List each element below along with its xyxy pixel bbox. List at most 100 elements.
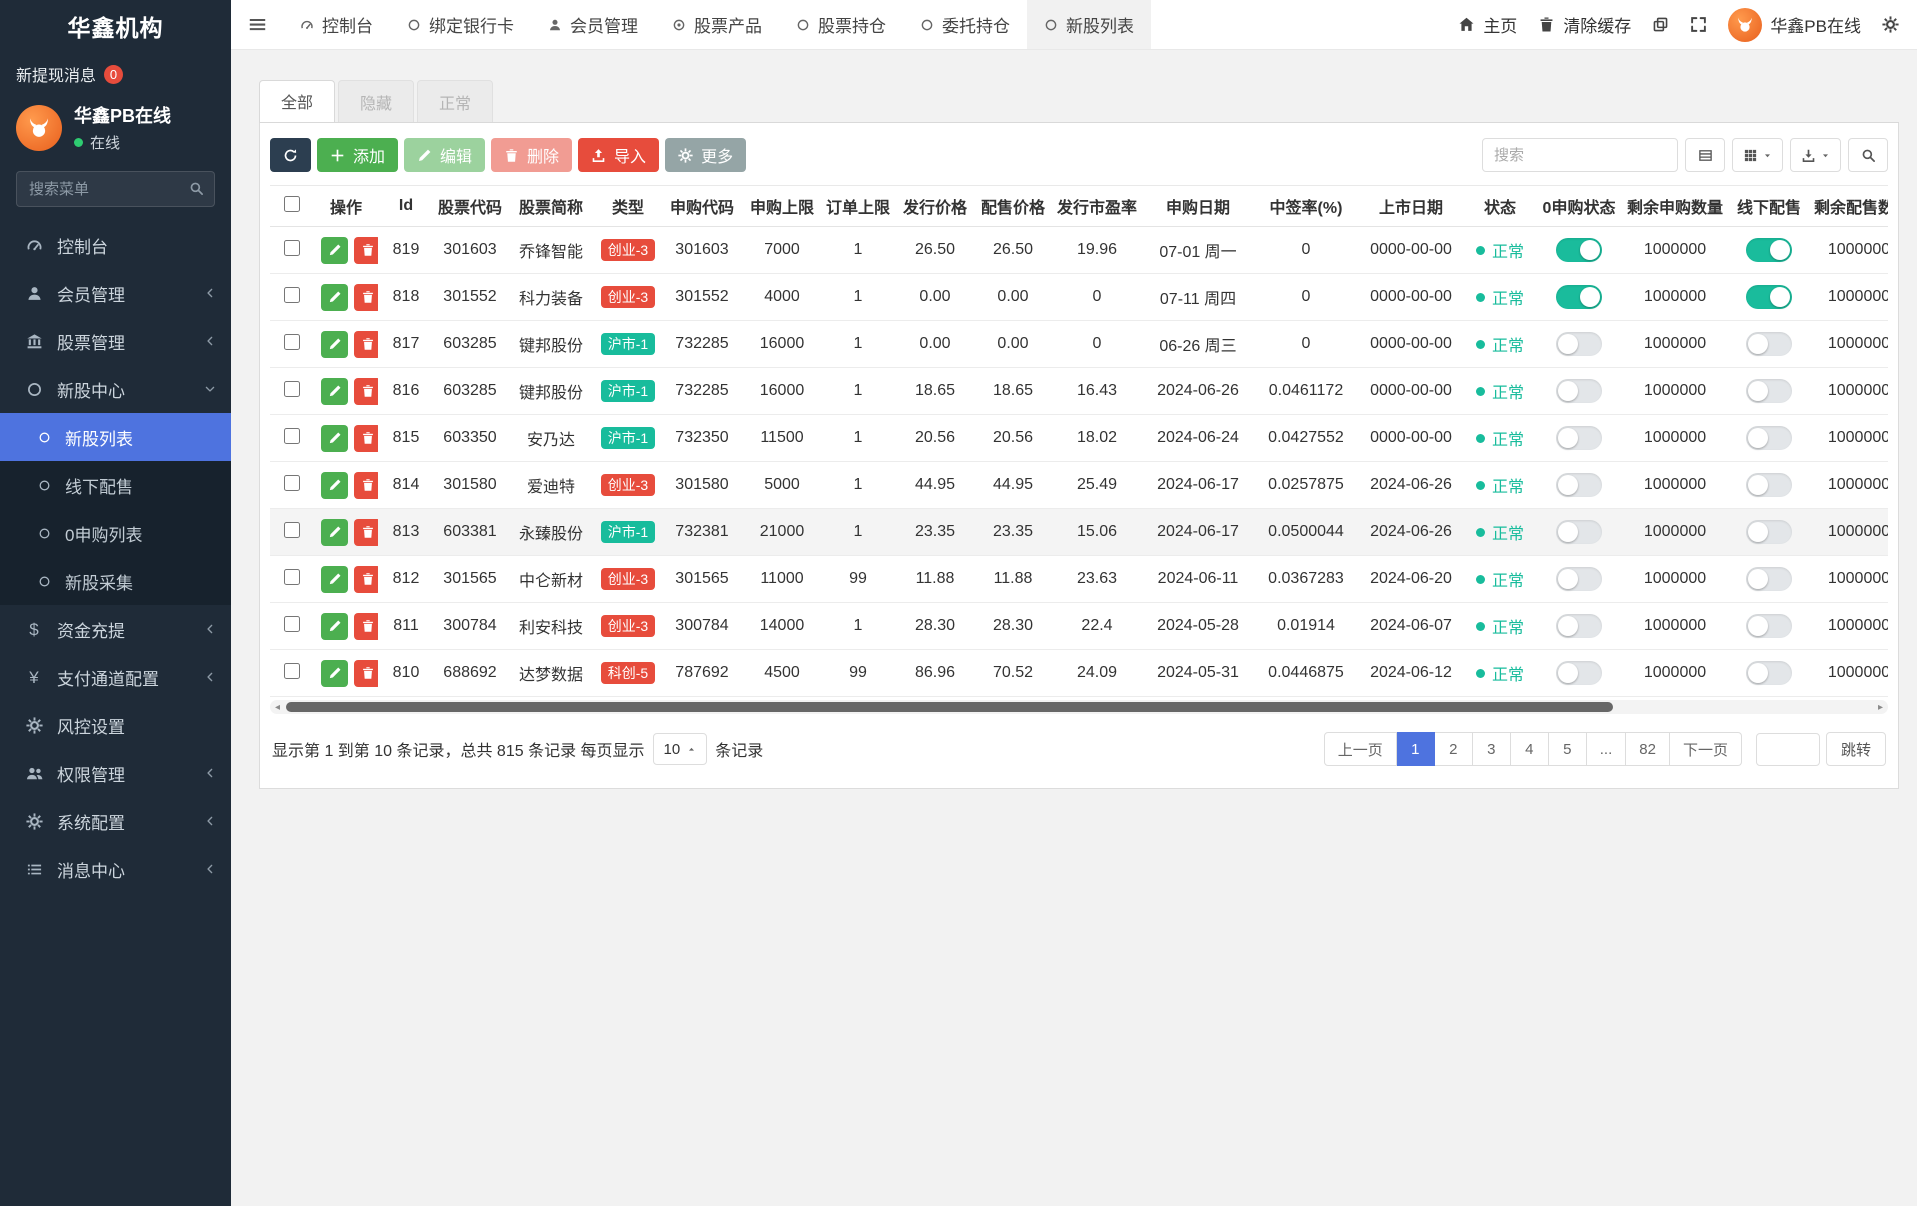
edit-row-button[interactable] — [321, 378, 348, 405]
column-header-18[interactable]: 剩余配售数量 — [1810, 186, 1888, 227]
import-button[interactable]: 导入 — [578, 138, 659, 172]
prev-page-button[interactable]: 上一页 — [1324, 732, 1397, 766]
row-checkbox[interactable] — [284, 475, 300, 491]
row-checkbox[interactable] — [284, 428, 300, 444]
zero-subscribe-toggle[interactable] — [1556, 614, 1602, 638]
column-header-9[interactable]: 配售价格 — [974, 186, 1052, 227]
jump-button[interactable]: 跳转 — [1826, 732, 1886, 766]
table-search-input[interactable] — [1482, 138, 1678, 172]
delete-row-button[interactable] — [354, 613, 378, 640]
sidebar-subitem-3-2[interactable]: 0申购列表 — [0, 509, 231, 557]
scroll-left-arrow[interactable]: ◂ — [270, 700, 285, 714]
column-header-4[interactable]: 类型 — [596, 186, 660, 227]
sidebar-item-1[interactable]: 会员管理 — [0, 269, 231, 317]
zero-subscribe-toggle[interactable] — [1556, 473, 1602, 497]
column-header-8[interactable]: 发行价格 — [896, 186, 974, 227]
delete-row-button[interactable] — [354, 472, 378, 499]
page-button-82[interactable]: 82 — [1626, 732, 1670, 766]
next-page-button[interactable]: 下一页 — [1670, 732, 1742, 766]
sidebar-item-5[interactable]: ¥支付通道配置 — [0, 653, 231, 701]
columns-button[interactable] — [1732, 138, 1783, 172]
more-button[interactable]: 更多 — [665, 138, 746, 172]
sidebar-item-8[interactable]: 系统配置 — [0, 797, 231, 845]
delete-row-button[interactable] — [354, 519, 378, 546]
refresh-button[interactable] — [270, 138, 311, 172]
nav-tab-4[interactable]: 股票持仓 — [779, 0, 903, 49]
delete-row-button[interactable] — [354, 378, 378, 405]
edit-row-button[interactable] — [321, 472, 348, 499]
withdraw-notice[interactable]: 新提现消息 0 — [0, 56, 231, 92]
edit-row-button[interactable] — [321, 660, 348, 687]
sidebar-subitem-3-1[interactable]: 线下配售 — [0, 461, 231, 509]
offline-placement-toggle[interactable] — [1746, 285, 1792, 309]
edit-button[interactable]: 编辑 — [404, 138, 485, 172]
column-header-11[interactable]: 申购日期 — [1142, 186, 1254, 227]
sidebar-item-4[interactable]: $资金充提 — [0, 605, 231, 653]
menu-search-input[interactable] — [16, 171, 215, 207]
delete-row-button[interactable] — [354, 237, 378, 264]
column-header-1[interactable]: Id — [378, 186, 434, 227]
delete-row-button[interactable] — [354, 331, 378, 358]
row-checkbox[interactable] — [284, 334, 300, 350]
edit-row-button[interactable] — [321, 331, 348, 358]
row-checkbox[interactable] — [284, 663, 300, 679]
column-header-16[interactable]: 剩余申购数量 — [1622, 186, 1728, 227]
sidebar-item-9[interactable]: 消息中心 — [0, 845, 231, 893]
row-checkbox[interactable] — [284, 616, 300, 632]
sidebar-item-0[interactable]: 控制台 — [0, 221, 231, 269]
topbar-clear-cache[interactable]: 清除缓存 — [1538, 12, 1631, 37]
column-header-10[interactable]: 发行市盈率 — [1052, 186, 1142, 227]
sidebar-item-3[interactable]: 新股中心 — [0, 365, 231, 413]
sidebar-item-7[interactable]: 权限管理 — [0, 749, 231, 797]
zero-subscribe-toggle[interactable] — [1556, 567, 1602, 591]
column-header-12[interactable]: 中签率(%) — [1254, 186, 1358, 227]
delete-row-button[interactable] — [354, 660, 378, 687]
edit-row-button[interactable] — [321, 425, 348, 452]
row-checkbox[interactable] — [284, 569, 300, 585]
page-button-3[interactable]: 3 — [1473, 732, 1511, 766]
topbar-user[interactable]: 华鑫PB在线 — [1728, 8, 1861, 42]
delete-row-button[interactable] — [354, 566, 378, 593]
zero-subscribe-toggle[interactable] — [1556, 285, 1602, 309]
edit-row-button[interactable] — [321, 237, 348, 264]
nav-tab-5[interactable]: 委托持仓 — [903, 0, 1027, 49]
column-header-2[interactable]: 股票代码 — [434, 186, 506, 227]
detail-view-button[interactable] — [1685, 138, 1725, 172]
filter-tab-1[interactable]: 隐藏 — [338, 80, 414, 122]
offline-placement-toggle[interactable] — [1746, 661, 1792, 685]
select-all-checkbox[interactable] — [284, 196, 300, 212]
nav-tab-3[interactable]: 股票产品 — [655, 0, 779, 49]
column-header-13[interactable]: 上市日期 — [1358, 186, 1464, 227]
sidebar-toggle-button[interactable] — [231, 0, 283, 50]
export-button[interactable] — [1790, 138, 1841, 172]
add-button[interactable]: 添加 — [317, 138, 398, 172]
offline-placement-toggle[interactable] — [1746, 614, 1792, 638]
offline-placement-toggle[interactable] — [1746, 473, 1792, 497]
page-button-4[interactable]: 4 — [1511, 732, 1549, 766]
row-checkbox[interactable] — [284, 240, 300, 256]
topbar-fullscreen[interactable] — [1690, 16, 1707, 33]
scrollbar-thumb[interactable] — [286, 702, 1613, 712]
column-header-15[interactable]: 0申购状态 — [1536, 186, 1622, 227]
zero-subscribe-toggle[interactable] — [1556, 379, 1602, 403]
column-header-6[interactable]: 申购上限 — [744, 186, 820, 227]
page-button-1[interactable]: 1 — [1397, 732, 1435, 766]
topbar-home[interactable]: 主页 — [1458, 12, 1517, 37]
zero-subscribe-toggle[interactable] — [1556, 238, 1602, 262]
offline-placement-toggle[interactable] — [1746, 520, 1792, 544]
zero-subscribe-toggle[interactable] — [1556, 426, 1602, 450]
delete-button[interactable]: 删除 — [491, 138, 572, 172]
offline-placement-toggle[interactable] — [1746, 238, 1792, 262]
column-header-7[interactable]: 订单上限 — [820, 186, 896, 227]
offline-placement-toggle[interactable] — [1746, 332, 1792, 356]
sidebar-subitem-3-3[interactable]: 新股采集 — [0, 557, 231, 605]
nav-tab-1[interactable]: 绑定银行卡 — [390, 0, 531, 49]
filter-tab-0[interactable]: 全部 — [259, 80, 335, 122]
nav-tab-0[interactable]: 控制台 — [283, 0, 390, 49]
jump-page-input[interactable] — [1756, 733, 1820, 766]
horizontal-scrollbar[interactable]: ◂ ▸ — [270, 700, 1888, 714]
row-checkbox[interactable] — [284, 287, 300, 303]
scroll-right-arrow[interactable]: ▸ — [1873, 700, 1888, 714]
page-button-5[interactable]: 5 — [1549, 732, 1587, 766]
page-button-...[interactable]: ... — [1587, 732, 1627, 766]
